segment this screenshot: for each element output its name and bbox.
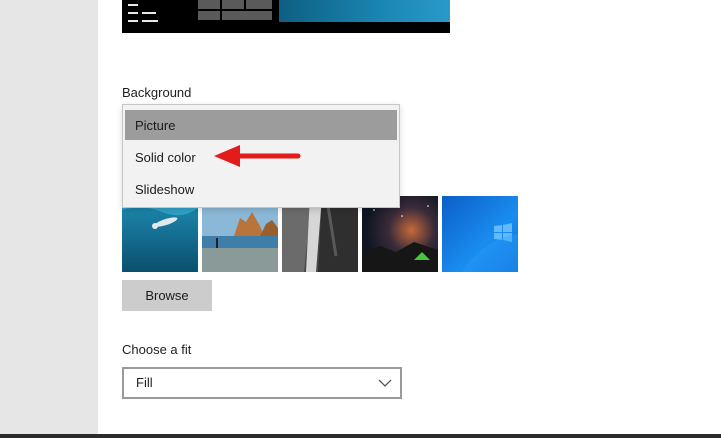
fit-select-value: Fill (136, 375, 153, 390)
browse-button[interactable]: Browse (122, 280, 212, 311)
background-label: Background (122, 85, 192, 100)
desktop-preview (122, 0, 450, 33)
background-option-slideshow[interactable]: Slideshow (125, 174, 397, 204)
background-option-picture[interactable]: Picture (125, 110, 397, 140)
window-bottom-edge (0, 434, 721, 438)
red-arrow-annotation (214, 145, 301, 167)
preview-tiles (198, 0, 274, 22)
preview-wallpaper (279, 0, 450, 22)
fit-select[interactable]: Fill (122, 367, 402, 399)
settings-sidebar (0, 0, 98, 438)
thumbnail-windows[interactable] (442, 196, 518, 272)
preview-menu-icon (128, 2, 158, 24)
choose-fit-label: Choose a fit (122, 342, 192, 357)
chevron-down-icon (378, 379, 392, 387)
